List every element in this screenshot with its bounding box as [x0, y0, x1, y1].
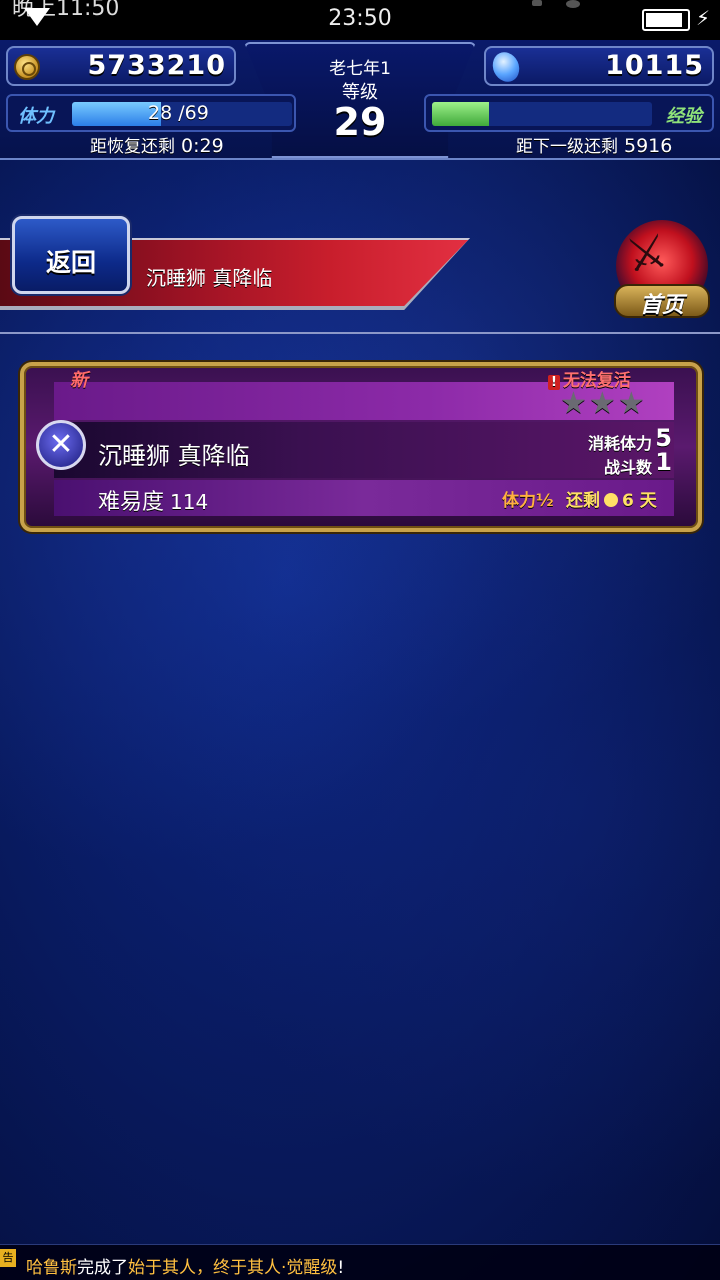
remaining-label: 还剩	[566, 491, 600, 511]
home-button[interactable]: ⚔ 首页	[606, 220, 714, 320]
star-icon: ★	[588, 386, 616, 421]
time-remaining: 还剩 6 天	[566, 486, 657, 511]
next-level-label: 距下一级还剩	[516, 137, 618, 157]
signal-icon	[532, 0, 542, 6]
ticker-quest: 始于其人，终于其人·觉醒级	[128, 1258, 338, 1278]
next-level-info: 距下一级还剩 5916	[516, 132, 672, 157]
remaining-value: 6 天	[622, 491, 657, 511]
clock-icon	[604, 493, 618, 507]
ticker-message: 哈鲁斯完成了始于其人，终于其人·觉醒级!	[26, 1253, 344, 1278]
gil-amount: 5733210	[87, 50, 226, 81]
mission-stars: ★★★	[560, 386, 647, 421]
quest-difficulty: 难易度 114	[98, 484, 208, 516]
player-name: 老七年1	[329, 59, 391, 79]
exp-track	[432, 102, 652, 126]
next-level-value: 5916	[624, 135, 673, 157]
exp-label: 经验	[666, 106, 702, 127]
ticker-middle: 完成了	[77, 1258, 128, 1278]
battery-icon	[642, 9, 690, 31]
recover-timer: 距恢复还剩 0:29	[90, 132, 224, 157]
stamina-label: 体力	[18, 106, 54, 127]
recover-label: 距恢复还剩	[90, 137, 175, 157]
player-hud: 5733210 10115 老七年1 等级 29 体力 28 /69 经验 距恢…	[0, 40, 720, 160]
gem-amount: 10115	[605, 50, 704, 81]
difficulty-label: 难易度	[98, 490, 165, 515]
gem-counter[interactable]: 10115	[484, 46, 714, 86]
quest-card[interactable]: 新 ! 无法复活 ★★★ ✕ 沉睡狮 真降临 难易度 114 消耗体力 5 战斗数 …	[20, 362, 702, 532]
notification-icon	[566, 0, 580, 8]
exp-gauge: 经验	[424, 94, 714, 132]
lapis-gem-icon	[488, 49, 524, 85]
home-label: 首页	[614, 284, 710, 318]
page-title: 沉睡狮 真降临	[146, 266, 273, 290]
difficulty-value: 114	[170, 490, 209, 514]
exp-fill	[432, 102, 490, 126]
battles-value: 1	[655, 448, 672, 476]
status-clock: 23:50	[328, 6, 392, 31]
battle-swords-icon: ✕	[36, 420, 86, 470]
new-badge: 新	[70, 370, 88, 391]
news-ticker: 告 哈鲁斯完成了始于其人，终于其人·觉醒级!	[0, 1244, 720, 1280]
star-icon: ★	[560, 386, 587, 421]
stamina-gauge[interactable]: 体力 28 /69	[6, 94, 296, 132]
ticker-end: !	[337, 1258, 345, 1278]
back-button[interactable]: 返回	[12, 216, 130, 294]
ticker-tag: 告	[0, 1249, 16, 1267]
half-stamina-tag: 体力½	[502, 491, 554, 511]
back-button-label: 返回	[45, 248, 96, 277]
warning-icon: !	[548, 375, 560, 390]
recover-time: 0:29	[181, 135, 224, 157]
stamina-cost-label: 消耗体力	[587, 434, 652, 453]
divider	[0, 332, 720, 334]
ticker-player: 哈鲁斯	[26, 1258, 77, 1278]
gil-coin-icon	[14, 54, 40, 80]
nav-row: 返回 沉睡狮 真降临 ⚔ 首页	[0, 212, 720, 318]
stamina-value: 28 /69	[148, 102, 209, 124]
background-texture	[0, 160, 720, 1240]
charging-icon: ⚡	[696, 6, 711, 30]
star-icon: ★	[617, 386, 645, 421]
battles-label: 战斗数	[603, 458, 652, 477]
quest-name: 沉睡狮 真降临	[98, 442, 250, 470]
status-bar: 晚上11:50 23:50 ⚡	[0, 0, 720, 40]
gil-counter[interactable]: 5733210	[6, 46, 236, 86]
